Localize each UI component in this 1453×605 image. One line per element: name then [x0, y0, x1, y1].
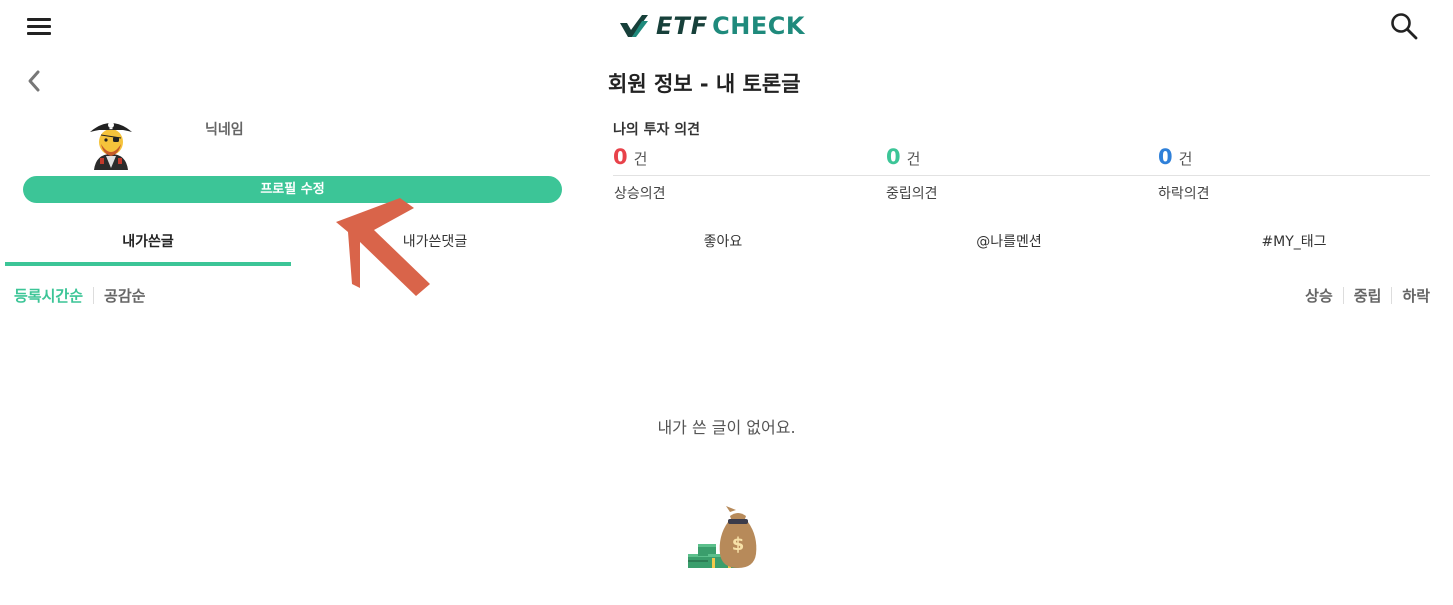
active-tab-indicator — [5, 262, 291, 266]
opinion-down-number: 0 — [1158, 145, 1173, 169]
filter-separator — [1342, 287, 1344, 304]
logo-etf-text: ETF — [656, 12, 709, 40]
svg-text:$: $ — [732, 534, 745, 555]
menu-line — [27, 25, 51, 28]
opinion-neutral-count: 0 건 — [886, 145, 920, 169]
tab-my-comments[interactable]: 내가쓴댓글 — [291, 220, 579, 266]
opinion-down-unit: 건 — [1178, 150, 1193, 168]
sort-by-time[interactable]: 등록시간순 — [14, 285, 83, 306]
filter-separator — [1391, 287, 1393, 304]
opinion-up-unit: 건 — [633, 150, 648, 168]
page-title: 회원 정보 - 내 토론글 — [608, 72, 801, 96]
opinion-neutral-number: 0 — [886, 145, 901, 169]
menu-line — [27, 18, 51, 21]
opinion-down-count: 0 건 — [1158, 145, 1192, 169]
tab-bar: 내가쓴글 내가쓴댓글 좋아요 @나를멘션 #MY_태그 — [0, 220, 1453, 266]
nickname: 닉네임 — [205, 122, 244, 138]
filter-neutral[interactable]: 중립 — [1354, 285, 1382, 306]
tab-my-tags[interactable]: #MY_태그 — [1151, 220, 1437, 266]
tab-mentions[interactable]: @나를멘션 — [867, 220, 1151, 266]
sort-by-empathy[interactable]: 공감순 — [104, 285, 145, 306]
sort-options: 등록시간순 공감순 — [14, 285, 145, 306]
opinion-down-caption: 하락의견 — [1158, 186, 1210, 202]
pirate-avatar-icon[interactable] — [84, 114, 138, 170]
chevron-left-icon[interactable] — [24, 68, 44, 94]
opinion-up-count: 0 건 — [613, 145, 647, 169]
empty-state-message: 내가 쓴 글이 없어요. — [657, 418, 796, 437]
tab-likes[interactable]: 좋아요 — [579, 220, 867, 266]
opinion-divider — [613, 175, 1430, 176]
opinion-up-number: 0 — [613, 145, 628, 169]
tab-my-posts[interactable]: 내가쓴글 — [5, 220, 291, 266]
sort-separator — [93, 287, 95, 304]
logo[interactable]: ETF CHECK — [620, 10, 805, 42]
menu-icon[interactable] — [27, 16, 53, 36]
menu-line — [27, 32, 51, 35]
logo-check-text: CHECK — [712, 12, 805, 40]
checkmark-logo-icon — [620, 15, 648, 37]
opinion-filter: 상승 중립 하락 — [1305, 285, 1430, 306]
search-icon[interactable] — [1390, 12, 1418, 40]
opinion-neutral-caption: 중립의견 — [886, 186, 938, 202]
filter-up[interactable]: 상승 — [1305, 285, 1333, 306]
opinion-up-caption: 상승의견 — [614, 186, 666, 202]
money-bag-icon: $ — [688, 506, 757, 568]
opinion-neutral-unit: 건 — [906, 150, 921, 168]
top-bar: ETF CHECK — [0, 0, 1453, 52]
profile-edit-button[interactable]: 프로필 수정 — [23, 176, 562, 203]
opinion-section-label: 나의 투자 의견 — [613, 122, 701, 138]
filter-down[interactable]: 하락 — [1402, 285, 1430, 306]
